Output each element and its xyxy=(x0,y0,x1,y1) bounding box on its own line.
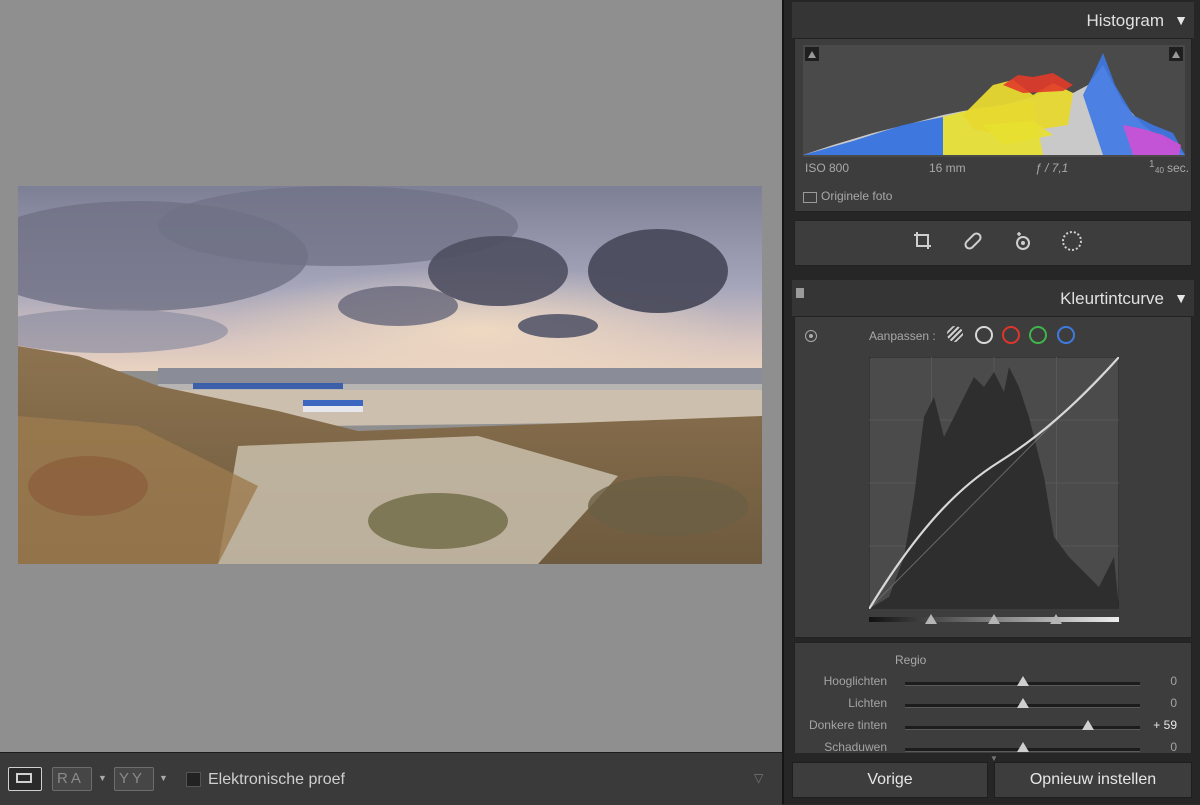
split-handle-highlights[interactable] xyxy=(1050,614,1062,624)
histogram-title: Histogram xyxy=(1086,11,1164,30)
photo-canvas xyxy=(0,0,782,752)
toolbar-menu-icon[interactable]: ▽ xyxy=(754,771,763,785)
photo-preview[interactable] xyxy=(18,186,762,564)
previous-button[interactable]: Vorige xyxy=(792,762,988,798)
mask-icon[interactable] xyxy=(1061,230,1083,252)
iso-value: ISO 800 xyxy=(805,161,850,175)
swap-button[interactable]: YY xyxy=(114,767,154,791)
slider-thumb[interactable] xyxy=(1016,676,1029,686)
blue-channel-icon[interactable] xyxy=(1057,326,1075,344)
slider-value[interactable]: 0 xyxy=(1170,674,1177,688)
loupe-view-button[interactable] xyxy=(8,767,42,791)
green-channel-icon[interactable] xyxy=(1029,326,1047,344)
histogram-header[interactable]: Histogram ▼ xyxy=(792,2,1194,38)
loupe-view-icon xyxy=(16,773,32,783)
swap-dropdown-icon[interactable]: ▼ xyxy=(159,773,168,783)
focal-length-value: 16 mm xyxy=(929,161,966,175)
shutter-denominator: 40 xyxy=(1155,166,1164,175)
adjust-label: Aanpassen : xyxy=(869,329,936,343)
tonecurve-header[interactable]: Kleurtintcurve ▼ xyxy=(792,280,1194,316)
target-adjust-icon[interactable] xyxy=(805,330,817,342)
original-photo-label: Originele foto xyxy=(821,189,893,203)
collapse-triangle-icon[interactable]: ▼ xyxy=(1174,12,1188,28)
slider-label: Schaduwen xyxy=(824,740,887,753)
develop-panel: Histogram ▼ ISO 800 16 mm ƒ / 7,1 1 40 s… xyxy=(782,0,1200,804)
slider-label: Lichten xyxy=(848,696,887,710)
original-photo-checkbox[interactable] xyxy=(803,192,817,203)
split-handle-shadows[interactable] xyxy=(925,614,937,624)
tonecurve-title: Kleurtintcurve xyxy=(1060,289,1164,308)
tool-strip xyxy=(794,220,1192,266)
slider-thumb[interactable] xyxy=(1082,720,1095,730)
panel-switch-icon[interactable] xyxy=(796,288,804,298)
slider-value[interactable]: 0 xyxy=(1170,740,1177,753)
slider-track[interactable] xyxy=(905,698,1140,708)
slider-thumb[interactable] xyxy=(1016,698,1029,708)
shutter-unit: sec. xyxy=(1167,161,1190,175)
slider-label: Donkere tinten xyxy=(808,718,887,732)
before-after-label: RA xyxy=(57,770,84,787)
slider-value[interactable]: + 59 xyxy=(1153,718,1177,732)
before-after-button[interactable]: RA xyxy=(52,767,92,791)
rgb-channel-icon[interactable] xyxy=(975,326,993,344)
split-handle-midtones[interactable] xyxy=(988,614,1000,624)
crop-icon[interactable] xyxy=(912,230,934,252)
swap-label: YY xyxy=(119,770,146,787)
histogram-box: ISO 800 16 mm ƒ / 7,1 1 40 sec. Originel… xyxy=(794,38,1192,212)
softproof-checkbox[interactable] xyxy=(186,772,201,787)
slider-thumb[interactable] xyxy=(1016,742,1029,752)
redeye-icon[interactable] xyxy=(1012,230,1034,252)
tonecurve-box: Aanpassen : xyxy=(794,316,1192,638)
reset-button[interactable]: Opnieuw instellen xyxy=(994,762,1192,798)
shutter-numerator: 1 xyxy=(1149,159,1155,170)
red-channel-icon[interactable] xyxy=(1002,326,1020,344)
aperture-value: ƒ / 7,1 xyxy=(1035,161,1069,175)
slider-track[interactable] xyxy=(905,676,1140,686)
slider-value[interactable]: 0 xyxy=(1170,696,1177,710)
slider-track[interactable] xyxy=(905,742,1140,752)
before-after-dropdown-icon[interactable]: ▼ xyxy=(98,773,107,783)
landscape-image xyxy=(18,186,762,564)
region-box: Regio Hooglichten 0 Lichten 0 Donkere tinten… xyxy=(794,642,1192,753)
healing-icon[interactable] xyxy=(962,230,984,252)
collapse-triangle-icon[interactable]: ▼ xyxy=(1174,290,1188,306)
bottom-toolbar: RA ▼ YY ▼ Elektronische proef ▽ xyxy=(0,752,782,805)
tone-curve-graph[interactable] xyxy=(869,357,1119,609)
softproof-label: Elektronische proef xyxy=(208,771,345,788)
slider-track[interactable] xyxy=(905,720,1140,730)
slider-label: Hooglichten xyxy=(823,674,887,688)
histogram-graph[interactable] xyxy=(803,45,1185,157)
parametric-channel-icon[interactable] xyxy=(947,326,963,342)
region-title: Regio xyxy=(895,653,927,667)
